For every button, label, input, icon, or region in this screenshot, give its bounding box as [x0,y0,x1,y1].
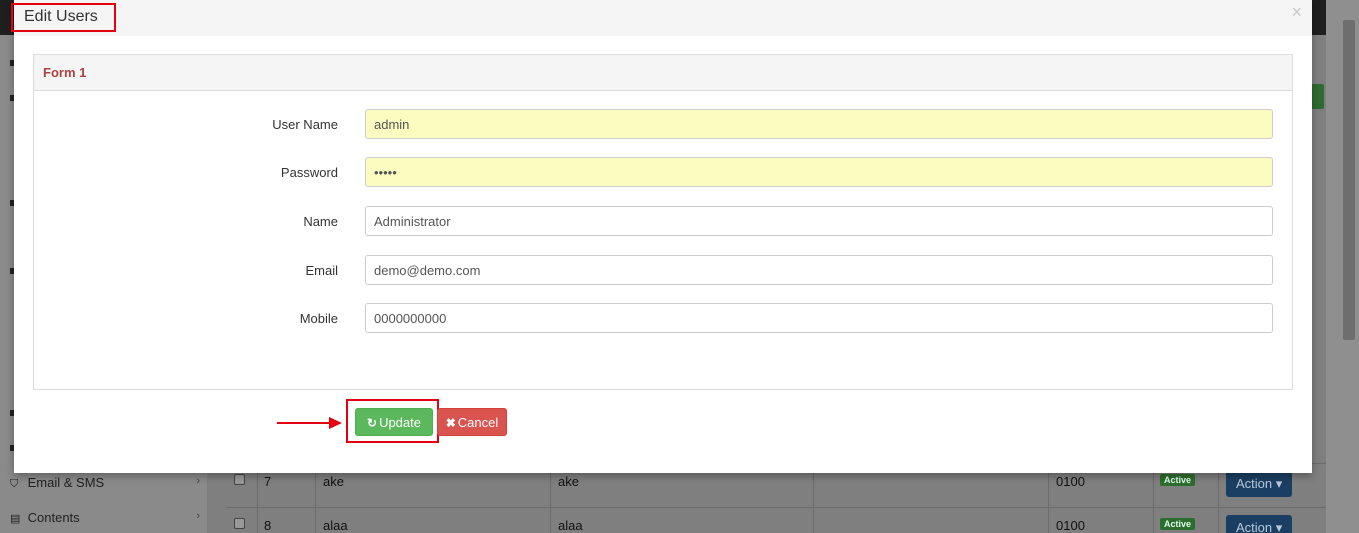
mobile-input[interactable] [365,303,1273,333]
row-username: ake [323,474,344,489]
sidebar-item-label: Email & SMS [27,475,105,490]
shield-icon: ⛉ [10,478,19,490]
edit-users-modal: Edit Users × Form 1 User Name Password N… [11,0,1312,473]
cancel-button[interactable]: ✖ Cancel [437,408,507,436]
table-divider [1218,463,1219,533]
row-id: 7 [264,474,272,489]
table-divider [1153,463,1154,533]
row-checkbox[interactable] [234,518,245,529]
table-divider [550,463,551,533]
annotation-arrow [277,422,329,424]
row-name: alaa [558,518,583,533]
username-input[interactable] [365,109,1273,139]
sidebar-item-contents[interactable]: ▤ Contents › [10,510,200,530]
status-badge: Active [1160,518,1196,530]
password-label: Password [280,165,338,180]
row-username: alaa [323,518,348,533]
refresh-icon: ↻ [367,416,378,430]
times-icon: ✖ [445,416,456,430]
table-divider [1048,463,1049,533]
panel-title: Form 1 [43,65,87,80]
email-input[interactable] [365,255,1273,285]
table-divider [813,463,814,533]
password-input[interactable] [365,157,1273,187]
close-icon[interactable]: × [1291,2,1302,23]
annotation-arrow-head [329,417,342,429]
table-divider [315,463,316,533]
row-mobile: 0100 [1056,518,1085,533]
sidebar-item-label: Contents [27,510,80,525]
cancel-label: Cancel [457,415,499,430]
row-checkbox[interactable] [234,474,245,485]
table-row: 8 alaa alaa 0100 Active Action ▾ [226,507,1326,533]
highlight-box [11,3,116,32]
newspaper-icon: ▤ [10,513,21,525]
chevron-right-icon: › [196,475,200,487]
update-button[interactable]: ↻ Update [355,408,433,436]
update-label: Update [379,415,421,430]
mobile-label: Mobile [299,311,338,326]
email-label: Email [305,263,338,278]
chevron-right-icon: › [196,510,200,522]
action-button[interactable]: Action ▾ [1226,471,1293,497]
panel-heading: Form 1 [34,55,1292,91]
row-id: 8 [264,518,272,533]
row-name: ake [558,474,579,489]
action-button[interactable]: Action ▾ [1226,515,1293,533]
status-badge: Active [1160,474,1196,486]
modal-header: Edit Users × [11,0,1312,36]
row-mobile: 0100 [1056,474,1085,489]
name-label: Name [303,214,338,229]
add-button[interactable] [1310,84,1324,109]
scrollbar-thumb[interactable] [1343,20,1355,340]
name-input[interactable] [365,206,1273,236]
sidebar-item-email-sms[interactable]: ⛉ Email & SMS › [10,475,200,495]
username-label: User Name [272,117,338,132]
table-divider [257,463,258,533]
